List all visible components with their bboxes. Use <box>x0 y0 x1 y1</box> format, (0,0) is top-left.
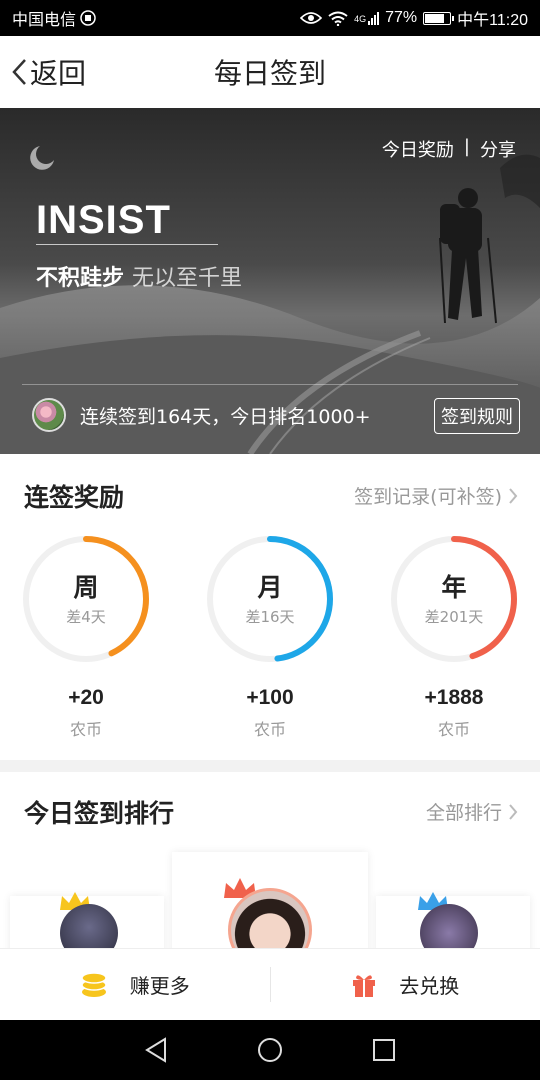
rank-card-first[interactable] <box>172 852 368 948</box>
gift-icon <box>353 974 376 997</box>
reward-period: 月 <box>257 573 283 602</box>
share-link[interactable]: 分享 <box>480 136 516 162</box>
slogan-sub: 无以至千里 <box>132 266 243 291</box>
banner-slogan: 不积跬步 无以至千里 <box>36 260 242 292</box>
bottom-action-bar: 赚更多 去兑换 <box>0 948 540 1020</box>
nav-home-icon[interactable] <box>257 1037 283 1063</box>
reward-period: 年 <box>441 573 467 602</box>
exchange-label: 去兑换 <box>399 974 460 998</box>
link-separator: | <box>463 136 470 157</box>
streak-text: 连续签到164天，今日排名1000+ <box>80 405 371 428</box>
battery-icon <box>423 11 455 25</box>
streak-rewards-title: 连签奖励 <box>24 483 125 512</box>
banner-headline: INSIST <box>36 198 171 242</box>
signal-icon <box>368 11 380 25</box>
reward-remaining: 差201天 <box>424 608 484 626</box>
avatar[interactable] <box>60 904 118 948</box>
rank-card-second[interactable] <box>10 892 164 948</box>
reward-ring: 月 差16天 <box>205 534 335 664</box>
reward-remaining: 差4天 <box>66 608 106 626</box>
back-label: 返回 <box>30 57 87 90</box>
reward-ring: 年 差201天 <box>389 534 519 664</box>
reward-ring: 周 差4天 <box>21 534 151 664</box>
coin-stack-icon <box>81 971 107 997</box>
chevron-left-icon <box>12 59 26 85</box>
reward-unit: 农币 <box>253 720 286 739</box>
headline-divider <box>36 244 218 245</box>
network-type: 4G <box>354 14 367 24</box>
rank-card-third[interactable] <box>376 892 530 948</box>
hero-banner: 今日奖励 | 分享 INSIST 不积跬步 无以至千里 连续签到164天，今日排名… <box>0 108 540 454</box>
all-ranking-link[interactable]: 全部排行 <box>426 798 518 825</box>
user-avatar[interactable] <box>32 398 66 432</box>
avatar[interactable] <box>420 904 478 948</box>
streak-info: 连续签到164天，今日排名1000+ <box>32 398 371 432</box>
status-bar: 中国电信 4G 77% 中午11:20 <box>0 0 540 36</box>
reward-amount: +1888 <box>424 686 484 709</box>
exchange-button[interactable]: 去兑换 <box>271 949 540 1020</box>
reward-amount: +20 <box>68 686 104 709</box>
banner-divider <box>22 384 518 385</box>
banner-links: 今日奖励 | 分享 <box>382 136 516 162</box>
checkin-record-link[interactable]: 签到记录(可补签) <box>354 482 518 509</box>
earn-more-button[interactable]: 赚更多 <box>0 949 270 1020</box>
nav-recents-icon[interactable] <box>372 1038 396 1062</box>
reward-amount: +100 <box>246 686 294 709</box>
ranking-title: 今日签到排行 <box>24 799 175 828</box>
checkin-rules-button[interactable]: 签到规则 <box>434 398 520 434</box>
earn-more-label: 赚更多 <box>129 974 190 998</box>
hd-call-icon <box>80 10 96 26</box>
reward-unit: 农币 <box>69 720 102 739</box>
streak-rewards-section: 连签奖励 签到记录(可补签) 周 差4天 +20 农币 月 差16天 +100 … <box>0 454 540 760</box>
reward-year[interactable]: 年 差201天 +1888 农币 <box>389 534 519 740</box>
reward-remaining: 差16天 <box>245 608 295 626</box>
all-ranking-label: 全部排行 <box>425 802 502 824</box>
today-reward-link[interactable]: 今日奖励 <box>382 136 454 162</box>
chevron-right-icon <box>509 803 518 820</box>
system-nav-bar <box>0 1020 540 1080</box>
wifi-icon <box>328 11 348 26</box>
slogan-main: 不积跬步 <box>36 266 125 291</box>
reward-week[interactable]: 周 差4天 +20 农币 <box>21 534 151 740</box>
reward-unit: 农币 <box>437 720 470 739</box>
reward-month[interactable]: 月 差16天 +100 农币 <box>205 534 335 740</box>
eye-icon <box>300 12 323 24</box>
clock: 中午11:20 <box>457 12 528 29</box>
chevron-right-icon <box>509 487 518 504</box>
nav-back-icon[interactable] <box>144 1037 168 1063</box>
checkin-record-label: 签到记录(可补签) <box>354 486 502 508</box>
back-button[interactable]: 返回 <box>10 36 86 108</box>
carrier-label: 中国电信 <box>12 12 77 29</box>
today-ranking-section: 今日签到排行 全部排行 <box>0 772 540 948</box>
header: 返回 每日签到 <box>0 36 540 108</box>
reward-period: 周 <box>73 573 99 602</box>
battery-percent: 77% <box>385 9 418 26</box>
